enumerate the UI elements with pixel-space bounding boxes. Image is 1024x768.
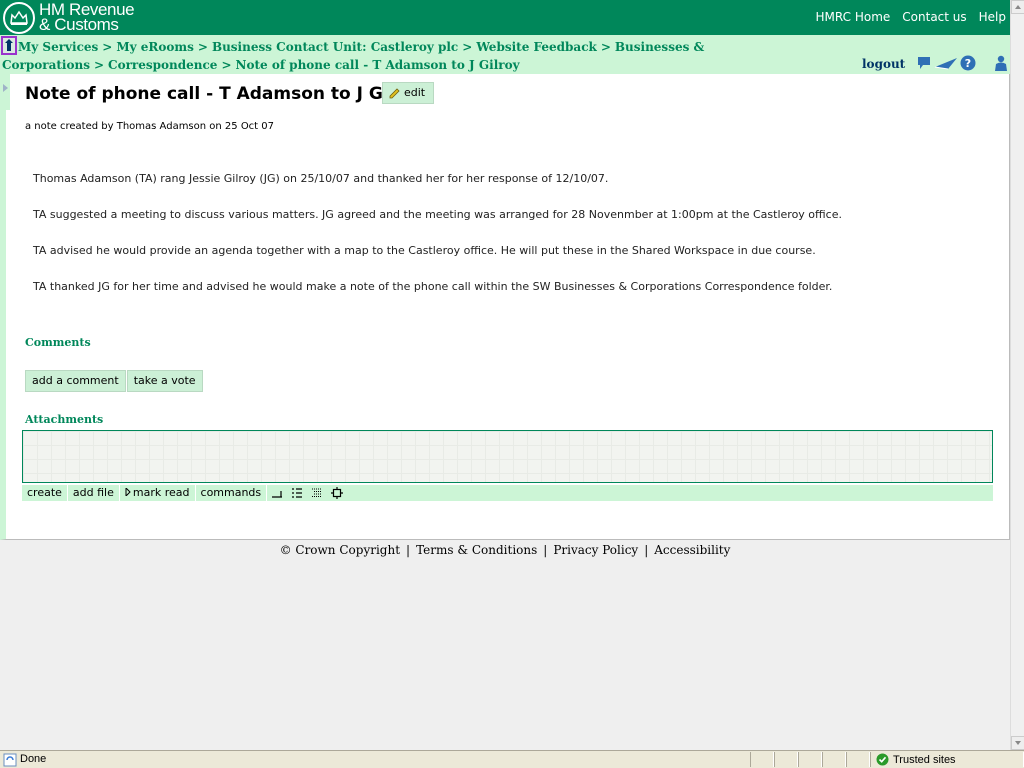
envelope-plane-icon[interactable] <box>934 55 958 71</box>
scroll-down-arrow-icon <box>1015 741 1021 745</box>
take-vote-button[interactable]: take a vote <box>126 370 203 392</box>
breadcrumb-separator: > <box>197 40 208 54</box>
status-cell <box>798 752 822 767</box>
breadcrumb-separator: > <box>102 40 113 54</box>
breadcrumb-separator: > <box>93 58 105 72</box>
note-paragraph: TA advised he would provide an agenda to… <box>33 244 816 257</box>
footer-accessibility[interactable]: Accessibility <box>654 543 730 557</box>
comment-actions: add a comment take a vote <box>25 370 203 392</box>
note-paragraph: Thomas Adamson (TA) rang Jessie Gilroy (… <box>33 172 609 185</box>
note-paragraph: TA suggested a meeting to discuss variou… <box>33 208 842 221</box>
footer-terms[interactable]: Terms & Conditions <box>416 543 537 557</box>
triangle-right-icon <box>125 486 131 498</box>
security-zone: Trusted sites <box>876 753 956 766</box>
page-title: Note of phone call - T Adamson to J Gilr… <box>25 84 426 104</box>
site-header: HM Revenue & Customs HMRC Home Contact u… <box>0 0 1010 35</box>
browser-status-bar: Done Trusted sites <box>0 750 1024 768</box>
status-cell <box>774 752 798 767</box>
list-view-icon[interactable] <box>287 485 307 501</box>
status-text: Done <box>20 753 47 765</box>
mark-read-button[interactable]: mark read <box>120 485 196 501</box>
attachments-heading: Attachments <box>25 413 104 426</box>
breadcrumb-my-erooms[interactable]: My eRooms <box>116 40 194 54</box>
scroll-up-button[interactable] <box>1011 0 1024 14</box>
breadcrumb-bar: My Services > My eRooms > Business Contact U… <box>0 35 1010 74</box>
crown-crest-icon <box>3 2 35 34</box>
user-profile-icon[interactable] <box>994 55 1008 71</box>
breadcrumb-separator: > <box>221 58 232 72</box>
breadcrumb-website-feedback[interactable]: Website Feedback <box>476 40 597 54</box>
scroll-down-button[interactable] <box>1011 736 1024 750</box>
top-nav: HMRC Home Contact us Help <box>816 10 1006 24</box>
breadcrumb: My Services > My eRooms > Business Contact U… <box>2 38 842 74</box>
footer-crown-copyright[interactable]: © Crown Copyright <box>280 543 400 557</box>
nav-help[interactable]: Help <box>979 10 1006 24</box>
footer-separator: | <box>406 543 411 557</box>
nav-hmrc-home[interactable]: HMRC Home <box>816 10 891 24</box>
status-cell <box>822 752 846 767</box>
nav-contact-us[interactable]: Contact us <box>902 10 966 24</box>
zone-label: Trusted sites <box>893 753 956 766</box>
footer-privacy[interactable]: Privacy Policy <box>553 543 638 557</box>
vertical-scrollbar[interactable] <box>1010 0 1024 750</box>
commands-button[interactable]: commands <box>196 485 268 501</box>
footer-separator: | <box>543 543 548 557</box>
help-icon[interactable]: ? <box>960 55 976 71</box>
scroll-up-arrow-icon <box>1015 5 1021 9</box>
status-cell <box>846 752 870 767</box>
breadcrumb-current-note[interactable]: Note of phone call - T Adamson to J Gilr… <box>236 58 520 72</box>
breadcrumb-my-services[interactable]: My Services <box>18 40 98 54</box>
chat-bubble-icon[interactable] <box>916 55 932 71</box>
note-meta: a note created by Thomas Adamson on 25 O… <box>25 121 275 132</box>
logo-text-line2: & Customs <box>39 15 119 34</box>
breadcrumb-correspondence[interactable]: Correspondence <box>108 58 217 72</box>
attachments-toolbar: create add file mark read commands <box>22 485 993 501</box>
create-button[interactable]: create <box>22 485 68 501</box>
breadcrumb-business-contact-unit[interactable]: Business Contact Unit: Castleroy plc <box>212 40 458 54</box>
view-underline-icon[interactable] <box>267 485 287 501</box>
pencil-icon <box>389 88 400 99</box>
add-file-button[interactable]: add file <box>68 485 120 501</box>
mark-read-label: mark read <box>132 486 190 499</box>
footer-separator: | <box>644 543 649 557</box>
logout-link[interactable]: logout <box>862 57 905 71</box>
main-content: Note of phone call - T Adamson to J Gilr… <box>0 74 1010 540</box>
breadcrumb-separator: > <box>600 40 611 54</box>
breadcrumb-separator: > <box>462 40 473 54</box>
svg-text:?: ? <box>965 57 971 70</box>
thumbnail-view-icon[interactable] <box>327 485 347 501</box>
green-check-icon <box>876 753 889 766</box>
page-status-icon <box>3 753 17 767</box>
edit-button[interactable]: edit <box>382 82 435 104</box>
note-paragraph: TA thanked JG for her time and advised h… <box>33 280 833 293</box>
status-cell <box>750 752 774 767</box>
hmrc-logo[interactable]: HM Revenue & Customs <box>3 1 143 34</box>
comments-heading: Comments <box>25 336 91 349</box>
detail-view-icon[interactable] <box>307 485 327 501</box>
page-footer: © Crown Copyright | Terms & Conditions | Pri… <box>0 543 1010 557</box>
attachments-dropzone[interactable] <box>22 430 993 483</box>
edit-button-label: edit <box>404 86 426 99</box>
add-comment-button[interactable]: add a comment <box>25 370 126 392</box>
side-panel-toggle-icon[interactable] <box>0 74 12 110</box>
